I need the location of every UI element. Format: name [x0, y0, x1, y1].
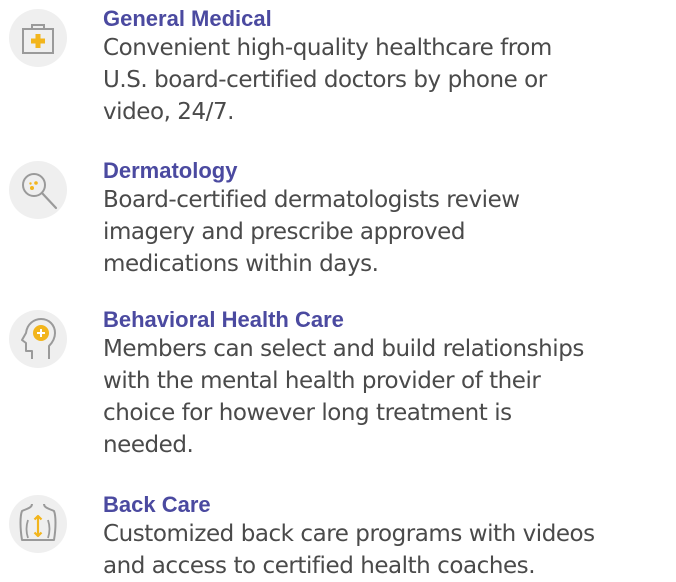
description-line: needed.	[103, 432, 194, 458]
head-profile-icon	[8, 309, 68, 369]
service-description: Customized back care programs with video…	[103, 518, 676, 582]
description-line: Convenient high-quality healthcare from	[103, 35, 552, 61]
service-title: Dermatology	[103, 158, 238, 183]
description-line: U.S. board-certified doctors by phone or	[103, 67, 547, 93]
service-text: Back Care Customized back care programs …	[103, 492, 676, 582]
magnifier-icon	[8, 160, 68, 220]
description-line: imagery and prescribe approved	[103, 219, 466, 245]
description-line: video, 24/7.	[103, 99, 235, 125]
service-description: Convenient high-quality healthcare from …	[103, 32, 676, 128]
description-line: with the mental health provider of their	[103, 368, 541, 394]
service-title: Back Care	[103, 492, 211, 517]
back-torso-icon	[8, 494, 68, 554]
service-title: General Medical	[103, 6, 272, 31]
service-description: Members can select and build relationshi…	[103, 333, 676, 461]
description-line: and access to certified health coaches.	[103, 553, 536, 579]
service-text: General Medical Convenient high-quality …	[103, 6, 676, 128]
service-title: Behavioral Health Care	[103, 307, 344, 332]
service-description: Board-certified dermatologists review im…	[103, 184, 676, 280]
description-line: Customized back care programs with video…	[103, 521, 595, 547]
description-line: medications within days.	[103, 251, 379, 277]
service-text: Behavioral Health Care Members can selec…	[103, 307, 676, 461]
description-line: choice for however long treatment is	[103, 400, 512, 426]
service-text: Dermatology Board-certified dermatologis…	[103, 158, 676, 280]
description-line: Members can select and build relationshi…	[103, 336, 584, 362]
description-line: Board-certified dermatologists review	[103, 187, 520, 213]
medical-kit-icon	[8, 8, 68, 68]
